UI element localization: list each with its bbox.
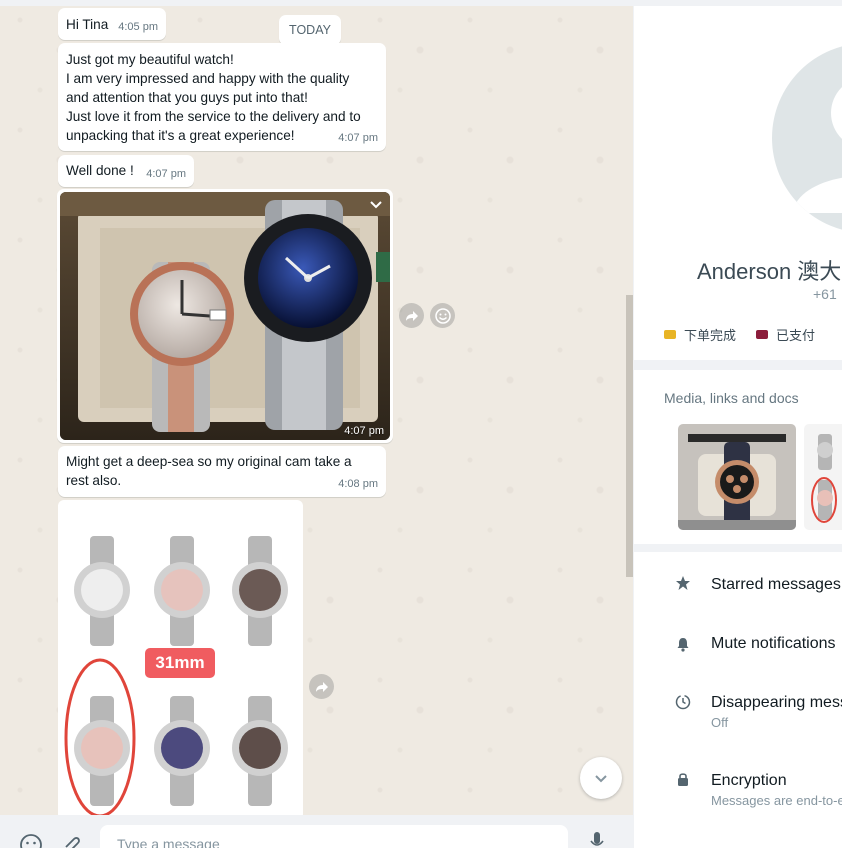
menu-disappearing-messages[interactable]: Disappearing messages Off xyxy=(711,694,842,730)
contact-name: Anderson 澳大 xyxy=(697,259,842,284)
bell-icon xyxy=(675,636,691,652)
message-bubble[interactable]: Might get a deep-sea so my original cam … xyxy=(58,446,386,497)
message-composer: Type a message xyxy=(0,815,633,848)
default-avatar-icon xyxy=(792,87,842,213)
media-section-title[interactable]: Media, links and docs xyxy=(664,390,799,406)
label-color-icon xyxy=(664,330,676,339)
menu-sublabel: Messages are end-to-end encrypted xyxy=(711,793,842,808)
menu-label: Starred messages xyxy=(711,576,841,593)
image-time: 4:07 pm xyxy=(344,425,384,437)
watch-grid-image[interactable]: 31mm xyxy=(58,500,303,820)
message-bubble[interactable]: Hi Tina 4:05 pm xyxy=(58,8,166,40)
menu-sublabel: Off xyxy=(711,715,729,730)
contact-label[interactable]: 已支付 xyxy=(756,325,815,344)
menu-encryption[interactable]: Encryption Messages are end-to-end encry… xyxy=(711,772,842,808)
message-time: 4:05 pm xyxy=(118,21,158,33)
forward-icon[interactable] xyxy=(399,303,424,328)
menu-mute-notifications[interactable]: Mute notifications xyxy=(711,635,836,653)
message-bubble[interactable]: Just got my beautiful watch! I am very i… xyxy=(58,43,386,151)
label-text: 已支付 xyxy=(776,328,816,343)
chevron-down-icon[interactable] xyxy=(368,196,384,217)
message-time: 4:08 pm xyxy=(338,478,378,490)
react-icon[interactable] xyxy=(430,303,455,328)
avatar[interactable] xyxy=(772,43,842,233)
chat-header-edge xyxy=(0,0,633,6)
message-text: Hi Tina xyxy=(66,17,109,32)
message-input[interactable]: Type a message xyxy=(100,825,568,848)
menu-starred-messages[interactable]: Starred messages xyxy=(711,576,841,594)
media-thumbnail[interactable] xyxy=(678,424,796,530)
emoji-icon[interactable] xyxy=(19,833,43,848)
date-separator: TODAY xyxy=(279,15,341,45)
message-text: Might get a deep-sea so my original cam … xyxy=(66,454,352,488)
lock-icon xyxy=(675,771,691,787)
profile-card: Anderson 澳大 +61 下单完成 已支付 xyxy=(634,6,842,360)
label-text: 下单完成 xyxy=(684,328,737,343)
chat-scrollbar[interactable] xyxy=(626,295,633,577)
menu-label: Disappearing messages xyxy=(711,694,842,711)
chat-panel: TODAY Hi Tina 4:05 pm Just got my beauti… xyxy=(0,0,633,848)
contact-label[interactable]: 下单完成 xyxy=(664,325,736,344)
label-color-icon xyxy=(756,330,768,339)
media-thumbnail[interactable] xyxy=(804,424,842,530)
forward-icon[interactable] xyxy=(309,674,334,699)
size-badge: 31mm xyxy=(145,648,215,678)
timer-icon xyxy=(675,694,691,710)
watch-photo[interactable]: 4:07 pm xyxy=(60,192,390,440)
menu-label: Encryption xyxy=(711,772,787,789)
message-time: 4:07 pm xyxy=(146,168,186,180)
mic-icon[interactable] xyxy=(590,832,604,848)
message-bubble[interactable]: Well done ! 4:07 pm xyxy=(58,155,194,187)
watch-photo-illustration xyxy=(60,192,390,440)
chevron-down-icon xyxy=(595,775,607,783)
contact-phone: +61 xyxy=(813,286,837,302)
message-text: Just got my beautiful watch! I am very i… xyxy=(66,52,361,143)
contact-info-panel: Anderson 澳大 +61 下单完成 已支付 Media, links an… xyxy=(633,0,842,848)
menu-label: Mute notifications xyxy=(711,635,836,652)
message-time: 4:07 pm xyxy=(338,132,378,144)
attach-icon[interactable] xyxy=(60,833,84,848)
message-text: Well done ! xyxy=(66,163,134,178)
star-icon xyxy=(675,575,691,591)
scroll-to-bottom-button[interactable] xyxy=(580,757,622,799)
